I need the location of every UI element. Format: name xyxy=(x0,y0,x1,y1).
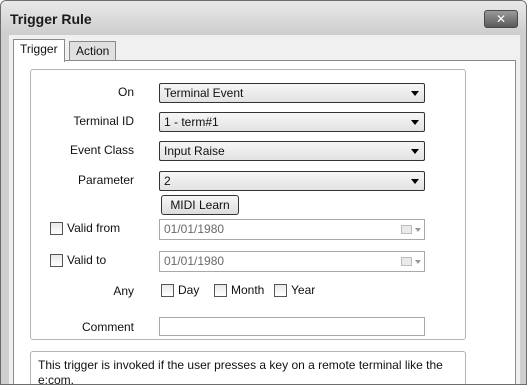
calendar-icon[interactable] xyxy=(401,225,412,234)
terminal-id-dropdown[interactable]: 1 - term#1 xyxy=(159,112,425,132)
event-class-label: Event Class xyxy=(69,143,134,157)
parameter-dropdown[interactable]: 2 xyxy=(159,171,425,191)
comment-input[interactable] xyxy=(159,317,425,336)
chevron-down-icon xyxy=(411,149,419,154)
any-day-checkbox-box[interactable] xyxy=(161,283,174,297)
event-class-dropdown[interactable]: Input Raise xyxy=(159,141,425,161)
on-dropdown[interactable]: Terminal Event xyxy=(159,83,425,103)
any-label: Any xyxy=(113,284,134,298)
valid-to-date-picker[interactable]: 01/01/1980 xyxy=(159,251,425,272)
any-month-checkbox-box[interactable] xyxy=(214,283,227,297)
any-day-checkbox[interactable]: Day xyxy=(161,283,199,297)
valid-to-value: 01/01/1980 xyxy=(164,254,225,268)
any-year-checkbox-box[interactable] xyxy=(274,283,287,297)
valid-from-checkbox[interactable]: Valid from xyxy=(50,221,120,235)
trigger-settings-group: On Terminal Event Terminal ID 1 - term#1… xyxy=(30,69,466,340)
valid-to-label: Valid to xyxy=(67,253,107,267)
tab-trigger[interactable]: Trigger xyxy=(13,39,65,62)
trigger-rule-window: Trigger Rule ✕ Trigger Action On Termina… xyxy=(0,0,527,385)
comment-label: Comment xyxy=(81,320,134,334)
valid-to-checkbox[interactable]: Valid to xyxy=(50,253,106,267)
any-year-label: Year xyxy=(291,283,316,297)
window-title: Trigger Rule xyxy=(10,11,92,27)
parameter-value: 2 xyxy=(164,174,171,188)
calendar-icon[interactable] xyxy=(401,257,412,266)
chevron-down-icon xyxy=(411,91,419,96)
chevron-down-icon[interactable] xyxy=(415,228,421,232)
event-class-value: Input Raise xyxy=(164,144,225,158)
on-label: On xyxy=(117,85,134,99)
terminal-id-label: Terminal ID xyxy=(73,114,134,128)
trigger-tab-panel: On Terminal Event Terminal ID 1 - term#1… xyxy=(13,60,516,384)
close-button[interactable]: ✕ xyxy=(484,10,518,28)
tab-action[interactable]: Action xyxy=(69,41,117,61)
trigger-description: This trigger is invoked if the user pres… xyxy=(30,351,466,384)
midi-learn-button[interactable]: MIDI Learn xyxy=(161,195,239,215)
valid-from-value: 01/01/1980 xyxy=(164,222,225,236)
any-day-label: Day xyxy=(178,283,200,297)
chevron-down-icon xyxy=(411,120,419,125)
chevron-down-icon xyxy=(411,179,419,184)
valid-from-date-picker[interactable]: 01/01/1980 xyxy=(159,219,425,240)
valid-to-checkbox-box[interactable] xyxy=(50,253,63,267)
on-value: Terminal Event xyxy=(164,86,244,100)
any-month-checkbox[interactable]: Month xyxy=(214,283,264,297)
terminal-id-value: 1 - term#1 xyxy=(164,115,219,129)
any-year-checkbox[interactable]: Year xyxy=(274,283,315,297)
dialog-client-area: Trigger Action On Terminal Event Termina… xyxy=(9,35,520,384)
chevron-down-icon[interactable] xyxy=(415,260,421,264)
close-icon: ✕ xyxy=(495,12,507,26)
valid-from-checkbox-box[interactable] xyxy=(50,221,63,235)
valid-from-label: Valid from xyxy=(67,221,121,235)
parameter-label: Parameter xyxy=(77,173,134,187)
title-bar: Trigger Rule ✕ xyxy=(1,1,526,35)
any-month-label: Month xyxy=(231,283,265,297)
